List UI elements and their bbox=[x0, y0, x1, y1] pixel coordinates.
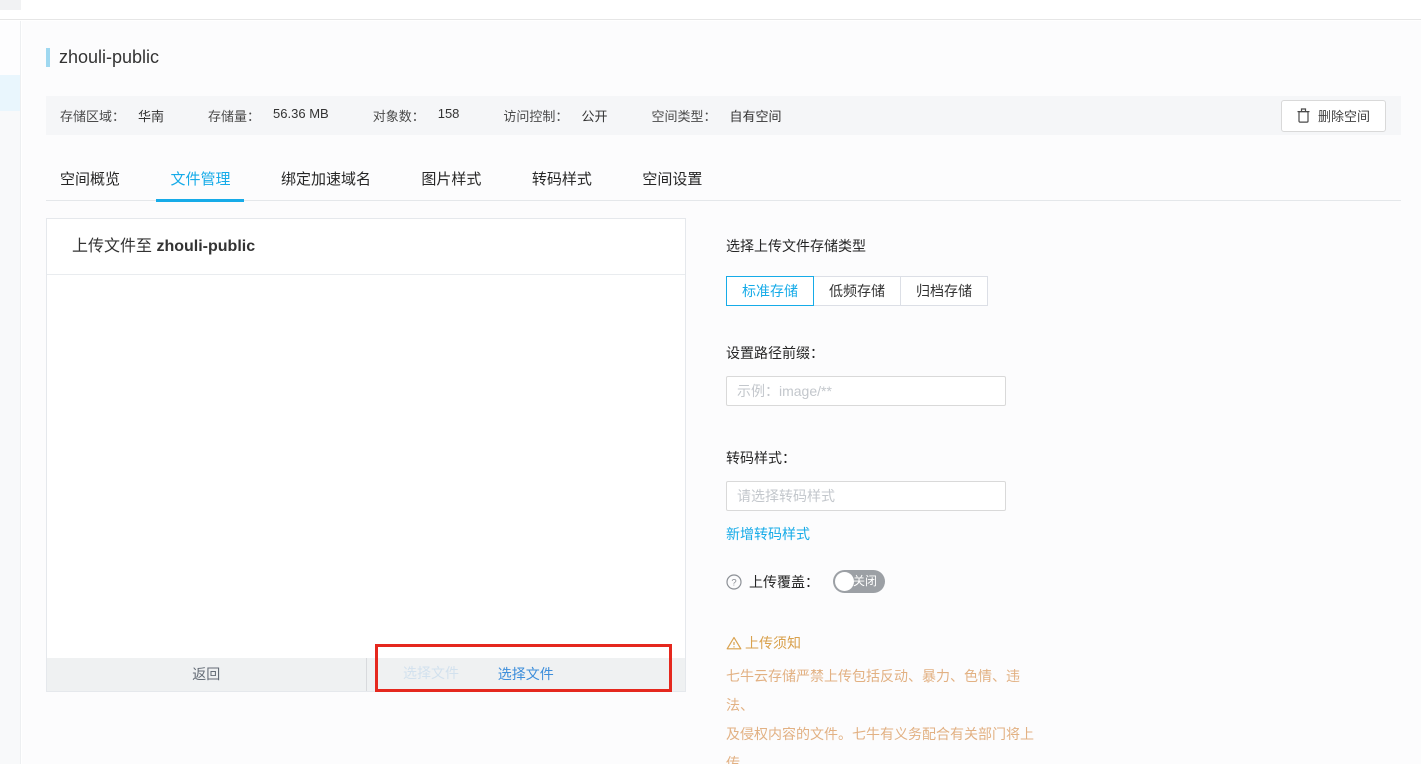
delete-button-label: 删除空间 bbox=[1317, 109, 1370, 124]
bucket-management-screen: zhouli-public 存储区域： 华南 存储量： 56.36 MB 对象数… bbox=[0, 0, 1421, 764]
transcode-style-label: 转码样式： bbox=[726, 450, 796, 466]
trash-icon bbox=[1297, 108, 1310, 123]
info-label: 空间类型： bbox=[651, 109, 717, 124]
upload-overwrite-row: ? 上传覆盖： 关闭 bbox=[726, 570, 885, 593]
info-label: 存储区域： bbox=[60, 109, 126, 124]
notice-line: 七牛云存储严禁上传包括反动、暴力、色情、违法、 bbox=[726, 668, 1020, 713]
tab-space-overview[interactable]: 空间概览 bbox=[46, 161, 134, 201]
toggle-state-label: 关闭 bbox=[852, 574, 877, 588]
tab-image-style[interactable]: 图片样式 bbox=[407, 161, 495, 201]
upload-overwrite-label: 上传覆盖： bbox=[749, 573, 819, 590]
notice-line: 及侵权内容的文件。七牛有义务配合有关部门将上传 bbox=[726, 726, 1034, 764]
transcode-style-input[interactable] bbox=[726, 481, 1006, 511]
svg-text:?: ? bbox=[731, 577, 736, 588]
collapsed-sidebar-strip[interactable] bbox=[0, 21, 21, 764]
info-value: 56.36 MB bbox=[273, 106, 329, 121]
sidebar-highlight bbox=[0, 75, 20, 111]
tab-space-settings[interactable]: 空间设置 bbox=[628, 161, 716, 201]
upload-options-column: 选择上传文件存储类型 标准存储 低频存储 归档存储 设置路径前缀： 转码样式： … bbox=[726, 21, 1046, 764]
info-value: 158 bbox=[437, 106, 460, 121]
info-field-access-control: 访问控制： 公开 bbox=[503, 106, 607, 125]
page-title-row: zhouli-public bbox=[46, 47, 159, 68]
info-value: 华南 bbox=[138, 109, 165, 124]
corner-decoration bbox=[0, 0, 21, 10]
tab-transcode-style[interactable]: 转码样式 bbox=[518, 161, 606, 201]
info-label: 对象数： bbox=[372, 109, 425, 124]
upload-header-prefix: 上传文件至 bbox=[72, 238, 157, 255]
storage-type-label: 选择上传文件存储类型 bbox=[726, 238, 866, 254]
upload-overwrite-toggle[interactable]: 关闭 bbox=[833, 570, 885, 593]
question-circle-icon[interactable]: ? bbox=[726, 573, 742, 590]
path-prefix-input[interactable] bbox=[726, 376, 1006, 406]
info-field-region: 存储区域： 华南 bbox=[60, 106, 164, 125]
delete-bucket-button[interactable]: 删除空间 bbox=[1280, 99, 1386, 132]
add-transcode-style-link[interactable]: 新增转码样式 bbox=[726, 524, 810, 544]
storage-type-selector: 标准存储 低频存储 归档存储 bbox=[726, 276, 988, 306]
select-file-button[interactable]: 选择文件 bbox=[365, 658, 686, 691]
tab-bind-domain[interactable]: 绑定加速域名 bbox=[267, 161, 385, 201]
path-prefix-label: 设置路径前缀： bbox=[726, 345, 824, 361]
top-bar bbox=[0, 0, 1421, 20]
back-button[interactable]: 返回 bbox=[47, 658, 366, 691]
storage-option-archive[interactable]: 归档存储 bbox=[900, 276, 988, 306]
title-accent-bar bbox=[46, 48, 50, 67]
page-title: zhouli-public bbox=[59, 47, 160, 67]
upload-notice-body: 七牛云存储严禁上传包括反动、暴力、色情、违法、 及侵权内容的文件。七牛有义务配合… bbox=[726, 662, 1036, 764]
sidebar-lower bbox=[0, 111, 20, 764]
upload-panel-footer: 返回 选择文件 bbox=[47, 658, 685, 691]
toggle-knob bbox=[835, 572, 854, 591]
main-content: zhouli-public 存储区域： 华南 存储量： 56.36 MB 对象数… bbox=[22, 21, 1421, 764]
upload-panel-header: 上传文件至 zhouli-public bbox=[47, 219, 685, 275]
info-field-object-count: 对象数： 158 bbox=[373, 106, 460, 125]
storage-option-infrequent[interactable]: 低频存储 bbox=[813, 276, 901, 306]
upload-panel: 上传文件至 zhouli-public 返回 选择文件 bbox=[46, 218, 686, 692]
info-value: 公开 bbox=[581, 109, 608, 124]
upload-notice-title: 上传须知 bbox=[726, 633, 801, 653]
info-label: 存储量： bbox=[208, 109, 261, 124]
notice-title-text: 上传须知 bbox=[745, 635, 801, 651]
bucket-info-bar: 存储区域： 华南 存储量： 56.36 MB 对象数： 158 访问控制： 公开… bbox=[46, 96, 1401, 135]
warning-triangle-icon bbox=[726, 636, 742, 650]
bucket-tabs: 空间概览 文件管理 绑定加速域名 图片样式 转码样式 空间设置 bbox=[46, 161, 1401, 202]
tab-file-management[interactable]: 文件管理 bbox=[156, 161, 245, 202]
info-field-storage-size: 存储量： 56.36 MB bbox=[208, 106, 329, 125]
storage-option-standard[interactable]: 标准存储 bbox=[726, 276, 814, 306]
info-label: 访问控制： bbox=[503, 109, 569, 124]
upload-header-bucket-name: zhouli-public bbox=[156, 238, 256, 255]
